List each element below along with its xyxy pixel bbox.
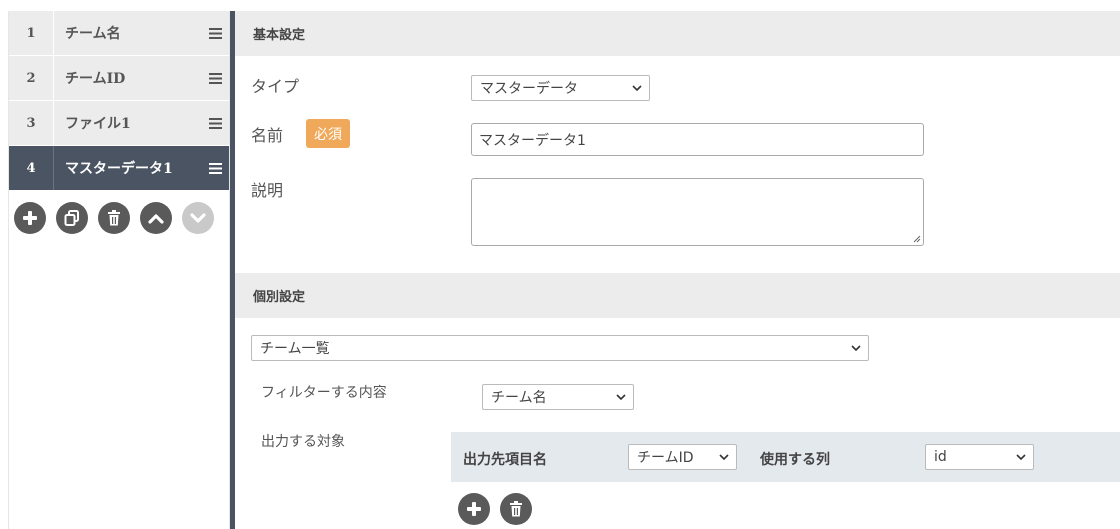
step-item-2[interactable]: 2 チームID xyxy=(9,56,229,101)
target-item-value: チームID xyxy=(637,450,694,466)
filter-select[interactable]: チーム名 xyxy=(482,384,634,410)
basic-settings-header: 基本設定 xyxy=(235,11,1120,56)
column-select[interactable]: id xyxy=(925,444,1034,470)
add-icon xyxy=(23,211,37,225)
target-item-select[interactable]: チームID xyxy=(628,444,737,470)
step-item-1[interactable]: 1 チーム名 xyxy=(9,11,229,56)
source-select[interactable]: チーム一覧 xyxy=(251,335,869,361)
individual-settings-header: 個別設定 xyxy=(235,273,1120,318)
description-textarea[interactable] xyxy=(471,178,924,246)
resize-grip-icon[interactable] xyxy=(913,235,921,243)
target-item-label: 出力先項目名 xyxy=(463,452,547,468)
drag-handle-icon[interactable] xyxy=(201,162,229,174)
drag-handle-icon[interactable] xyxy=(201,27,229,39)
chevron-down-icon xyxy=(632,85,642,92)
step-label: マスターデータ1 xyxy=(65,161,173,177)
chevron-down-icon xyxy=(719,454,729,461)
settings-panel: 基本設定 タイプ マスターデータ 名前 必須 マスターデータ1 説明 個別設定 … xyxy=(235,11,1120,529)
chevron-down-icon xyxy=(1016,454,1026,461)
trash-icon xyxy=(510,501,522,517)
chevron-up-icon xyxy=(148,214,164,224)
add-step-button[interactable] xyxy=(14,202,46,234)
trash-icon xyxy=(108,210,120,226)
step-label: チーム名 xyxy=(65,26,121,42)
delete-step-button[interactable] xyxy=(98,202,130,234)
drag-handle-icon[interactable] xyxy=(201,72,229,84)
output-mapping-header: 出力先項目名 チームID 使用する列 id xyxy=(451,432,1120,482)
type-select-value: マスターデータ xyxy=(480,81,578,97)
chevron-down-icon xyxy=(851,345,861,352)
step-item-4[interactable]: 4 マスターデータ1 xyxy=(9,146,229,191)
step-sidebar: 1 チーム名 2 チームID 3 ファイル1 4 マスターデータ1 xyxy=(8,11,230,529)
filter-label: フィルターする内容 xyxy=(261,385,387,401)
chevron-down-icon xyxy=(190,213,206,223)
step-label: チームID xyxy=(65,71,126,87)
step-number: 3 xyxy=(9,101,54,145)
column-value: id xyxy=(934,449,947,465)
type-select[interactable]: マスターデータ xyxy=(471,75,650,101)
name-label: 名前 xyxy=(251,126,284,145)
move-down-button[interactable] xyxy=(182,202,214,234)
drag-handle-icon[interactable] xyxy=(201,117,229,129)
step-number: 4 xyxy=(9,146,54,190)
copy-step-button[interactable] xyxy=(56,202,88,234)
output-label: 出力する対象 xyxy=(261,434,345,450)
move-up-button[interactable] xyxy=(140,202,172,234)
step-label: ファイル1 xyxy=(65,116,131,132)
step-item-3[interactable]: 3 ファイル1 xyxy=(9,101,229,146)
chevron-down-icon xyxy=(616,394,626,401)
required-badge: 必須 xyxy=(306,119,350,148)
delete-output-button[interactable] xyxy=(500,493,532,525)
add-output-button[interactable] xyxy=(458,493,490,525)
copy-icon xyxy=(64,210,79,226)
step-number: 1 xyxy=(9,11,54,55)
step-number: 2 xyxy=(9,56,54,100)
name-input[interactable]: マスターデータ1 xyxy=(471,123,924,156)
type-label: タイプ xyxy=(251,77,300,96)
filter-select-value: チーム名 xyxy=(491,390,547,406)
column-label: 使用する列 xyxy=(760,452,830,468)
description-label: 説明 xyxy=(251,181,284,200)
step-actions xyxy=(9,191,229,234)
add-icon xyxy=(467,502,481,516)
source-select-value: チーム一覧 xyxy=(260,341,330,357)
